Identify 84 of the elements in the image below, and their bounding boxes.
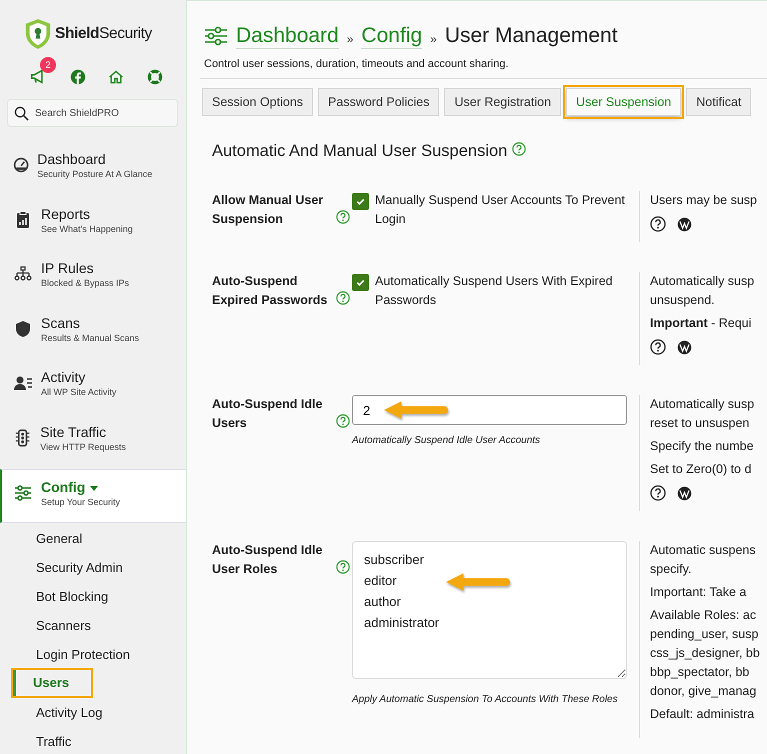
traffic-light-icon bbox=[13, 428, 32, 448]
nav-subtitle: All WP Site Activity bbox=[41, 386, 118, 398]
option-description: Available Roles: ac pending_user, susp css_js_designer, bb bbp_spectator, bb donor, give_manag bbox=[650, 607, 760, 700]
lifebuoy-icon[interactable] bbox=[146, 68, 163, 84]
submenu-item[interactable]: General bbox=[0, 524, 82, 553]
nav-title: Site Traffic bbox=[40, 424, 106, 440]
nav-item[interactable]: Config Setup Your Security bbox=[0, 469, 186, 523]
home-icon[interactable] bbox=[108, 68, 124, 84]
nav-subtitle: Results & Manual Scans bbox=[41, 332, 140, 344]
wordpress-icon[interactable] bbox=[677, 216, 692, 232]
page-title: User Management bbox=[444, 24, 618, 48]
checkbox-label: Manually Suspend User Accounts To Prevent Login bbox=[375, 192, 626, 228]
option-description: Set to Zero(0) to d bbox=[650, 461, 752, 478]
option-description: Automatically susp reset to unsuspen bbox=[650, 396, 754, 432]
check-icon bbox=[355, 196, 366, 207]
page-description: Control user sessions, duration, timeouts and account sharing. bbox=[200, 58, 767, 79]
nav-subtitle: View HTTP Requests bbox=[40, 440, 127, 452]
nav-item[interactable]: IP Rules Blocked & Bypass IPs bbox=[0, 260, 186, 314]
nav-item[interactable]: Dashboard Security Posture At A Glance bbox=[0, 151, 186, 206]
nav-title: IP Rules bbox=[41, 260, 94, 277]
breadcrumb-link[interactable]: Dashboard bbox=[236, 24, 339, 48]
breadcrumb-link[interactable]: Config bbox=[361, 24, 422, 48]
tab[interactable]: User Suspension bbox=[566, 88, 682, 116]
gauge-icon bbox=[13, 155, 30, 175]
submenu-item[interactable]: Users bbox=[13, 670, 92, 696]
option-description: Important: Take a bbox=[650, 584, 748, 601]
search-icon bbox=[14, 106, 29, 120]
check-icon bbox=[355, 277, 366, 288]
number-field[interactable]: 2 bbox=[352, 395, 627, 425]
submenu-item[interactable]: Scanners bbox=[0, 611, 91, 640]
roles-textarea[interactable]: subscriber editor author administrator bbox=[352, 541, 627, 679]
submenu-item[interactable]: Security Admin bbox=[0, 553, 123, 582]
help-icon[interactable] bbox=[650, 339, 666, 355]
search-field[interactable]: Search ShieldPRO bbox=[7, 99, 178, 127]
checkbox-label: Automatically Suspend Users With Expired Passwords bbox=[375, 273, 614, 309]
facebook-icon[interactable] bbox=[70, 68, 86, 84]
help-icon[interactable] bbox=[650, 485, 666, 501]
nav-title: Activity bbox=[41, 369, 86, 386]
nav-title: Dashboard bbox=[37, 151, 106, 168]
option-description: Users may be susp bbox=[650, 192, 757, 209]
shield-icon bbox=[13, 318, 33, 338]
help-icon[interactable] bbox=[650, 216, 666, 232]
wordpress-icon[interactable] bbox=[677, 486, 692, 500]
notification-badge: 2 bbox=[40, 57, 56, 73]
option-label: Auto-Suspend Idle Users bbox=[212, 396, 324, 432]
nav-title: Reports bbox=[41, 206, 90, 222]
breadcrumb-separator: » bbox=[430, 32, 437, 46]
tab[interactable]: Password Policies bbox=[318, 88, 440, 116]
option-description: Default: administra bbox=[650, 706, 756, 723]
sliders-icon bbox=[13, 483, 33, 503]
nav-item[interactable]: Reports See What's Happening bbox=[0, 206, 186, 260]
submenu-item[interactable]: Activity Log bbox=[0, 698, 102, 727]
breadcrumb-separator: » bbox=[346, 32, 354, 46]
wordpress-icon[interactable] bbox=[677, 340, 692, 354]
nav-subtitle: Setup Your Security bbox=[41, 496, 122, 508]
shield-logo-icon bbox=[24, 18, 52, 50]
option-label: Auto-Suspend Expired Passwords bbox=[212, 273, 328, 309]
submenu-item[interactable]: Login Protection bbox=[0, 640, 130, 669]
nav-subtitle: Security Posture At A Glance bbox=[37, 168, 154, 180]
field-hint: Apply Automatic Suspension To Accounts With These Roles bbox=[352, 693, 619, 707]
option-description: Important - Requi bbox=[650, 315, 752, 332]
option-description: Automatically susp unsuspend. bbox=[650, 273, 754, 309]
checkbox[interactable] bbox=[352, 274, 369, 291]
section-title: Automatic And Manual User Suspension bbox=[212, 142, 508, 161]
nav-title: Config bbox=[41, 479, 86, 496]
field-hint: Automatically Suspend Idle User Accounts bbox=[352, 434, 542, 448]
option-label: Allow Manual User Suspension bbox=[212, 192, 324, 228]
option-description: Automatic suspens specify. bbox=[650, 542, 757, 578]
nav-title: Scans bbox=[41, 314, 80, 332]
checkbox[interactable] bbox=[352, 193, 369, 210]
sliders-icon bbox=[204, 26, 228, 46]
nav-subtitle: See What's Happening bbox=[41, 222, 134, 234]
nav-item[interactable]: Scans Results & Manual Scans bbox=[0, 314, 186, 369]
nav-item[interactable]: Activity All WP Site Activity bbox=[0, 369, 186, 424]
tab[interactable]: User Registration bbox=[444, 88, 562, 116]
search-input[interactable]: Search ShieldPRO bbox=[35, 108, 165, 118]
submenu-item[interactable]: Traffic bbox=[0, 727, 72, 754]
nav-subtitle: Blocked & Bypass IPs bbox=[41, 277, 130, 289]
submenu-item[interactable]: Bot Blocking bbox=[0, 582, 108, 611]
option-description: Specify the numbe bbox=[650, 438, 754, 455]
brand-name: ShieldSecurity bbox=[55, 25, 152, 43]
option-label: Auto-Suspend Idle User Roles bbox=[212, 542, 324, 578]
tab[interactable]: Session Options bbox=[202, 88, 314, 116]
tab[interactable]: Notificat bbox=[686, 88, 752, 116]
